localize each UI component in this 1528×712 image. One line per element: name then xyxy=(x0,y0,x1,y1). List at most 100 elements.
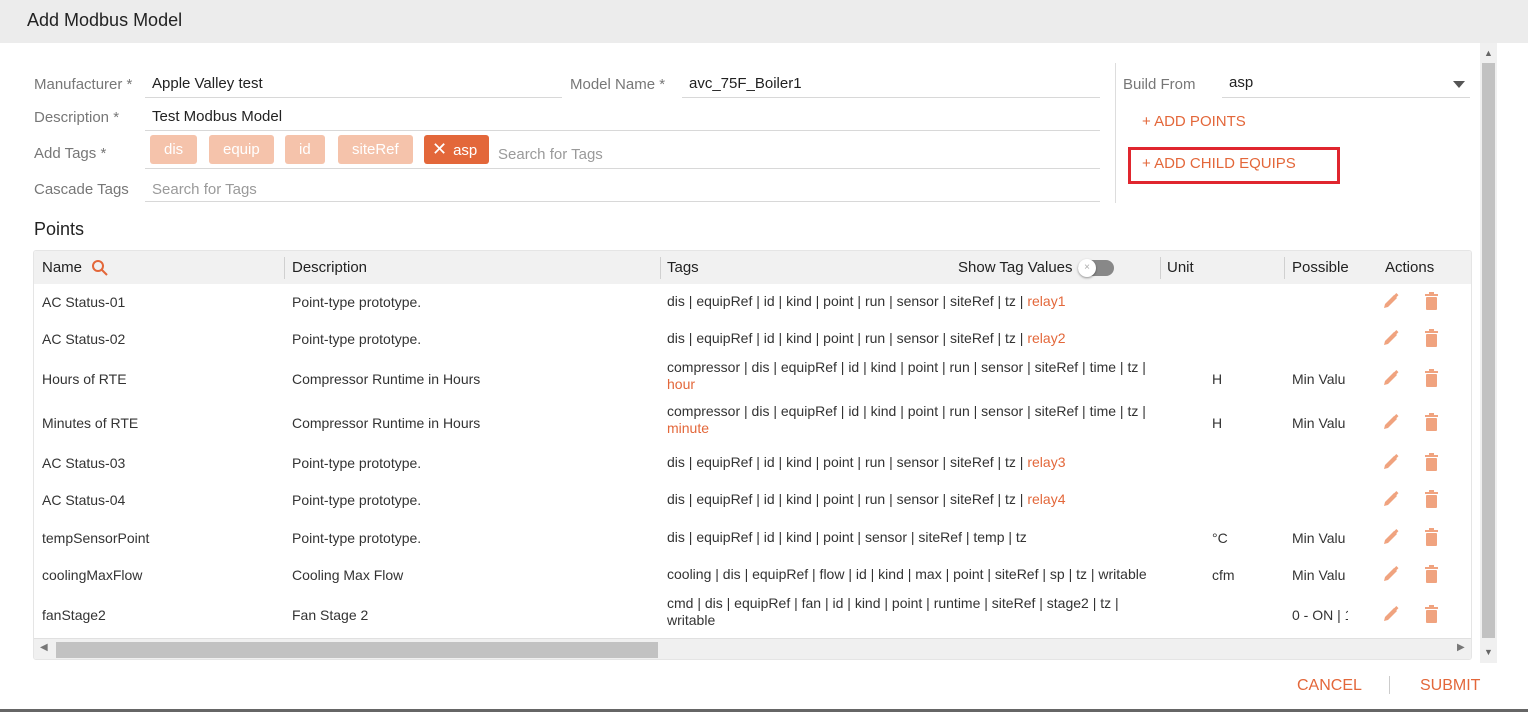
show-tag-values-toggle[interactable]: × xyxy=(1078,259,1114,277)
edit-icon[interactable] xyxy=(1382,413,1400,436)
point-possible: 0 - ON | 1 xyxy=(1292,607,1348,623)
trash-icon[interactable] xyxy=(1424,413,1439,436)
table-header: Name Description Tags Show Tag Values × … xyxy=(34,251,1471,284)
table-row[interactable]: tempSensorPoint Point-type prototype. dis … xyxy=(34,523,1471,553)
scroll-down-icon[interactable]: ▼ xyxy=(1484,647,1493,657)
point-description: Cooling Max Flow xyxy=(292,567,404,583)
point-description: Point-type prototype. xyxy=(292,331,422,347)
search-icon[interactable] xyxy=(91,259,108,281)
point-name: Hours of RTE xyxy=(42,371,127,387)
point-tags: dis | equipRef | id | kind | point | run… xyxy=(667,293,1152,310)
dialog-header: Add Modbus Model xyxy=(0,0,1528,43)
col-description[interactable]: Description xyxy=(292,259,367,276)
trash-icon[interactable] xyxy=(1424,490,1439,513)
edit-icon[interactable] xyxy=(1382,453,1400,476)
table-row[interactable]: AC Status-04 Point-type prototype. dis | e… xyxy=(34,485,1471,515)
point-tags-text: dis | equipRef | id | kind | point | run… xyxy=(667,491,1028,507)
cascade-tags-search-input[interactable]: Search for Tags xyxy=(145,178,1100,202)
point-description: Point-type prototype. xyxy=(292,492,422,508)
vertical-scrollbar[interactable]: ▲ ▼ xyxy=(1480,43,1497,663)
table-row[interactable]: AC Status-01 Point-type prototype. dis | e… xyxy=(34,287,1471,317)
model-name-field[interactable]: avc_75F_Boiler1 xyxy=(682,72,1100,98)
point-tags-text: dis | equipRef | id | kind | point | run… xyxy=(667,293,1028,309)
edit-icon[interactable] xyxy=(1382,329,1400,352)
column-separator[interactable] xyxy=(1160,257,1161,279)
build-from-label: Build From xyxy=(1123,76,1196,93)
point-description: Point-type prototype. xyxy=(292,294,422,310)
edit-icon[interactable] xyxy=(1382,369,1400,392)
point-description: Point-type prototype. xyxy=(292,530,422,546)
trash-icon[interactable] xyxy=(1424,292,1439,315)
trash-icon[interactable] xyxy=(1424,605,1439,628)
tag-chip-asp[interactable]: ✕ asp xyxy=(424,135,490,164)
tag-search-input[interactable]: Search for Tags xyxy=(498,146,603,163)
point-tags: dis | equipRef | id | kind | point | run… xyxy=(667,491,1152,508)
column-separator[interactable] xyxy=(284,257,285,279)
table-row[interactable]: fanStage2 Fan Stage 2 cmd | dis | equipRef… xyxy=(34,595,1471,635)
point-name: AC Status-04 xyxy=(42,492,126,508)
point-possible: Min Valu xyxy=(1292,567,1346,583)
table-row[interactable]: coolingMaxFlow Cooling Max Flow cooling | … xyxy=(34,560,1471,590)
add-child-equips-button[interactable]: + ADD CHILD EQUIPS xyxy=(1142,155,1296,172)
submit-button[interactable]: SUBMIT xyxy=(1420,677,1480,695)
horizontal-scrollbar[interactable]: ◀ ▶ xyxy=(34,638,1471,659)
point-name: AC Status-01 xyxy=(42,294,126,310)
tag-chip-equip[interactable]: equip xyxy=(209,135,274,164)
scroll-left-icon[interactable]: ◀ xyxy=(40,642,48,653)
scroll-up-icon[interactable]: ▲ xyxy=(1484,48,1493,58)
trash-icon[interactable] xyxy=(1424,565,1439,588)
point-tags: dis | equipRef | id | kind | point | sen… xyxy=(667,529,1152,546)
tag-chip-dis[interactable]: dis xyxy=(150,135,198,164)
scrollbar-thumb[interactable] xyxy=(56,642,658,658)
add-tags-label: Add Tags * xyxy=(34,145,107,162)
table-row[interactable]: AC Status-02 Point-type prototype. dis | e… xyxy=(34,324,1471,354)
manufacturer-label: Manufacturer * xyxy=(34,76,133,93)
point-possible: Min Valu xyxy=(1292,530,1346,546)
remove-tag-icon[interactable]: ✕ xyxy=(432,139,447,159)
cancel-button[interactable]: CANCEL xyxy=(1297,677,1362,695)
build-from-select[interactable]: asp xyxy=(1222,71,1470,98)
edit-icon[interactable] xyxy=(1382,490,1400,513)
point-tags-text: dis | equipRef | id | kind | point | run… xyxy=(667,330,1028,346)
scroll-right-icon[interactable]: ▶ xyxy=(1457,642,1465,653)
column-separator[interactable] xyxy=(1284,257,1285,279)
cascade-tags-label: Cascade Tags xyxy=(34,181,129,198)
col-possible[interactable]: Possible xyxy=(1292,259,1349,276)
scrollbar-thumb[interactable] xyxy=(1482,63,1495,638)
dialog-title: Add Modbus Model xyxy=(27,10,183,30)
point-tags: dis | equipRef | id | kind | point | run… xyxy=(667,454,1152,471)
tag-chip-id[interactable]: id xyxy=(285,135,325,164)
table-row[interactable]: Minutes of RTE Compressor Runtime in Hour… xyxy=(34,403,1471,443)
manufacturer-field[interactable]: Apple Valley test xyxy=(145,72,562,98)
add-points-button[interactable]: + ADD POINTS xyxy=(1142,113,1246,130)
description-field[interactable]: Test Modbus Model xyxy=(145,105,1100,131)
point-unit: °C xyxy=(1212,530,1228,546)
col-name[interactable]: Name xyxy=(42,259,82,276)
trash-icon[interactable] xyxy=(1424,528,1439,551)
edit-icon[interactable] xyxy=(1382,528,1400,551)
edit-icon[interactable] xyxy=(1382,605,1400,628)
trash-icon[interactable] xyxy=(1424,369,1439,392)
form-divider xyxy=(1115,63,1116,203)
point-name: AC Status-03 xyxy=(42,455,126,471)
edit-icon[interactable] xyxy=(1382,292,1400,315)
edit-icon[interactable] xyxy=(1382,565,1400,588)
point-tags-text: compressor | dis | equipRef | id | kind … xyxy=(667,359,1146,375)
table-row[interactable]: AC Status-03 Point-type prototype. dis | e… xyxy=(34,448,1471,478)
point-tags: dis | equipRef | id | kind | point | run… xyxy=(667,330,1152,347)
col-tags[interactable]: Tags xyxy=(667,259,699,276)
tag-chip-siteref[interactable]: siteRef xyxy=(338,135,413,164)
point-tag-value: relay1 xyxy=(1027,293,1066,309)
footer-divider xyxy=(1389,676,1390,694)
col-unit[interactable]: Unit xyxy=(1167,259,1194,276)
chevron-down-icon[interactable] xyxy=(1453,81,1465,88)
column-separator[interactable] xyxy=(660,257,661,279)
point-possible: Min Valu xyxy=(1292,371,1346,387)
trash-icon[interactable] xyxy=(1424,453,1439,476)
point-tags-text: dis | equipRef | id | kind | point | run… xyxy=(667,454,1028,470)
point-name: AC Status-02 xyxy=(42,331,126,347)
point-name: Minutes of RTE xyxy=(42,415,139,431)
table-row[interactable]: Hours of RTE Compressor Runtime in Hours c… xyxy=(34,359,1471,399)
point-tag-value: relay3 xyxy=(1027,454,1066,470)
trash-icon[interactable] xyxy=(1424,329,1439,352)
